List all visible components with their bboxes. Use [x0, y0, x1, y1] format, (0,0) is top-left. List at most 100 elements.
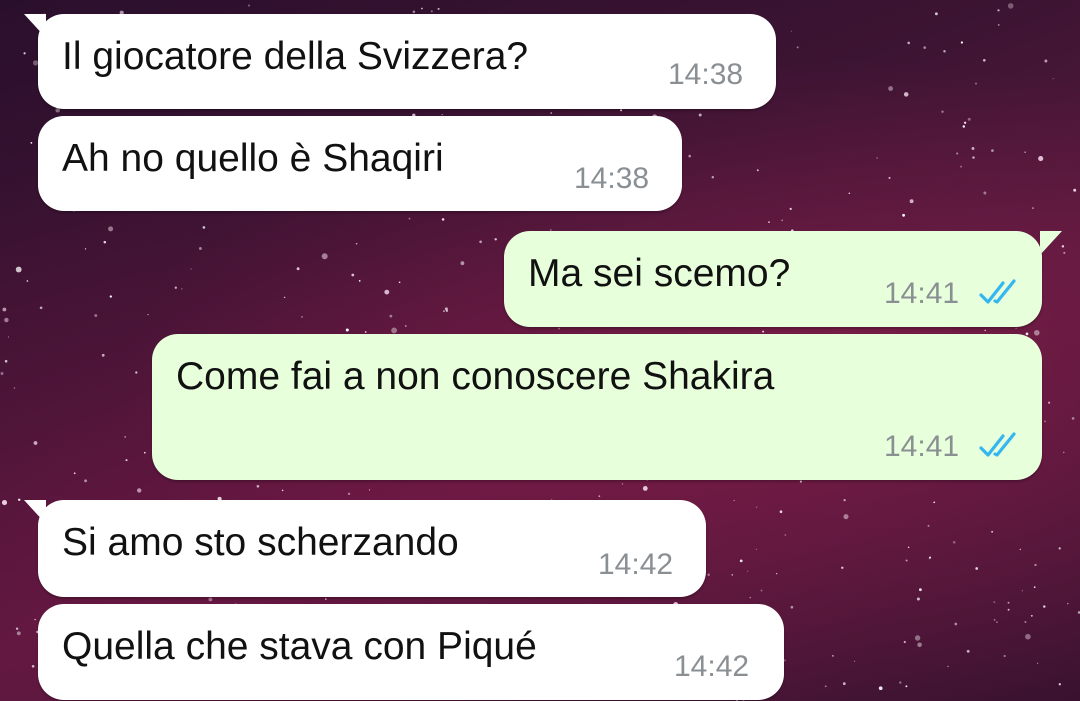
star [124, 436, 127, 438]
star [30, 141, 33, 144]
message-timestamp: 14:41 [884, 277, 960, 310]
star [1073, 188, 1077, 192]
star [347, 492, 351, 496]
star [997, 9, 1000, 12]
star [398, 281, 401, 284]
star [779, 510, 783, 513]
star [878, 686, 883, 691]
star [1, 500, 8, 506]
star [966, 649, 970, 653]
star [620, 109, 623, 112]
star [790, 30, 793, 32]
message-bubble-outgoing[interactable]: Ma sei scemo? 14:41 [504, 231, 1042, 327]
star [4, 359, 8, 363]
star [39, 306, 43, 310]
star [1044, 420, 1046, 423]
star [991, 149, 994, 152]
star [747, 570, 749, 572]
star [2, 307, 7, 312]
star [190, 268, 192, 270]
star [1058, 683, 1061, 686]
star [688, 154, 691, 158]
star [923, 46, 927, 49]
star [296, 267, 300, 271]
star [17, 498, 21, 502]
star [94, 314, 98, 317]
star [15, 627, 19, 630]
star [933, 501, 936, 504]
star [598, 495, 601, 498]
star [711, 175, 715, 179]
star [914, 635, 921, 641]
star [755, 548, 758, 551]
star [960, 165, 963, 168]
star [1030, 614, 1033, 617]
star [364, 331, 367, 333]
star [960, 41, 964, 44]
star [749, 596, 752, 599]
star [1024, 621, 1027, 623]
message-timestamp: 14:42 [674, 650, 750, 683]
star [975, 567, 979, 570]
star [1033, 329, 1040, 336]
star [84, 248, 87, 250]
star [876, 157, 878, 159]
message-text: Ah no quello è Shaqiri [62, 137, 444, 180]
star [962, 125, 966, 128]
star [1063, 251, 1066, 254]
star [345, 328, 349, 332]
star [1019, 548, 1022, 551]
star [841, 566, 844, 570]
star [902, 213, 905, 217]
star [1061, 245, 1065, 248]
star [972, 156, 975, 159]
star [621, 483, 624, 485]
star [760, 589, 763, 592]
star [954, 622, 958, 626]
star [181, 288, 183, 290]
star [929, 556, 932, 559]
star [642, 486, 648, 491]
star [256, 485, 260, 488]
star [975, 82, 977, 85]
star [108, 226, 114, 232]
star [905, 559, 908, 562]
star [1025, 633, 1031, 640]
message-bubble-incoming[interactable]: Si amo sto scherzando 14:42 [38, 500, 706, 597]
message-bubble-incoming[interactable]: Quella che stava con Piqué 14:42 [38, 604, 784, 700]
star [799, 480, 802, 483]
star [903, 640, 906, 644]
star [796, 46, 799, 49]
star [993, 601, 996, 604]
star [198, 247, 202, 250]
star [1034, 563, 1037, 567]
message-timestamp: 14:38 [668, 58, 744, 91]
star [1044, 59, 1048, 63]
star [15, 266, 22, 273]
star [1038, 156, 1044, 162]
star [783, 659, 786, 662]
star [982, 58, 986, 62]
star [442, 310, 446, 313]
star [404, 325, 407, 327]
star [848, 192, 851, 195]
star [907, 546, 910, 549]
star [247, 4, 251, 7]
star [903, 92, 909, 97]
message-bubble-incoming[interactable]: Ah no quello è Shaqiri 14:38 [38, 116, 682, 211]
star [125, 459, 128, 462]
message-timestamp: 14:38 [574, 162, 650, 195]
message-text: Si amo sto scherzando [62, 521, 459, 564]
star [1036, 662, 1039, 664]
star [784, 534, 787, 536]
star [84, 479, 88, 483]
message-bubble-outgoing[interactable]: Come fai a non conoscere Shakira 14:41 [152, 334, 1042, 480]
star [144, 451, 146, 454]
star [430, 10, 433, 13]
star [1033, 586, 1036, 589]
star [109, 295, 112, 298]
star [7, 336, 10, 338]
star [991, 530, 994, 533]
message-text: Ma sei scemo? [528, 252, 791, 295]
message-bubble-incoming[interactable]: Il giocatore della Svizzera? 14:38 [38, 14, 776, 109]
